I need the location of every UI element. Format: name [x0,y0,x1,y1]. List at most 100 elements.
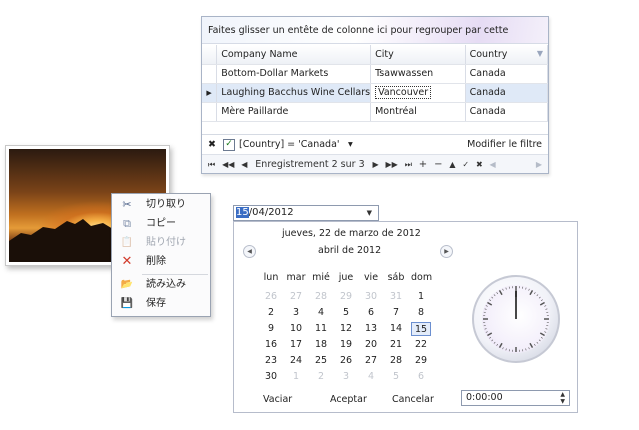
calendar-day[interactable]: 21 [386,338,406,352]
filter-enable-checkbox[interactable]: ✓ [223,139,235,151]
calendar-day-other-month[interactable]: 3 [336,370,356,384]
cancel-edit-icon[interactable]: ✖ [476,155,483,174]
clock-tick [528,347,530,350]
ok-button[interactable]: Aceptar [330,394,367,405]
prev-page-icon[interactable]: ◀◀ [222,155,234,174]
next-month-icon[interactable]: ▶ [440,245,453,258]
calendar-day-other-month[interactable]: 29 [336,290,356,304]
calendar-day-other-month[interactable]: 6 [411,370,431,384]
cell-country[interactable]: Canada [465,83,549,103]
scroll-left-icon[interactable]: ◀ [490,155,496,174]
cancel-button[interactable]: Cancelar [392,394,434,405]
calendar-day[interactable]: 8 [411,306,431,320]
cell-city-focused[interactable]: Vancouver [370,83,466,103]
calendar-day[interactable]: 22 [411,338,431,352]
calendar-day[interactable]: 10 [286,322,306,336]
calendar-day[interactable]: 11 [311,322,331,336]
calendar-day[interactable]: 5 [336,306,356,320]
calendar-day-other-month[interactable]: 26 [261,290,281,304]
menu-item-paste[interactable]: 📋 貼り付け [112,234,210,252]
today-date-label[interactable]: jueves, 22 de marzo de 2012 [282,228,421,239]
calendar-day[interactable]: 4 [311,306,331,320]
next-record-icon[interactable]: ▶ [373,155,379,174]
table-row-selected[interactable]: ▶ Laughing Bacchus Wine Cellars Vancouve… [202,83,549,103]
calendar-day[interactable]: 7 [386,306,406,320]
calendar-day[interactable]: 19 [336,338,356,352]
calendar-day[interactable]: 18 [311,338,331,352]
cell-company-name[interactable]: Bottom-Dollar Markets [216,64,372,84]
clear-button[interactable]: Vaciar [263,394,292,405]
calendar-day[interactable]: 20 [361,338,381,352]
calendar-day-other-month[interactable]: 31 [386,290,406,304]
menu-item-cut[interactable]: ✂ 切り取り [112,196,210,214]
edit-icon[interactable]: ▲ [449,155,455,174]
calendar-day[interactable]: 1 [411,290,431,304]
last-record-icon[interactable]: ⏭ [405,155,412,174]
calendar-day-other-month[interactable]: 5 [386,370,406,384]
date-edit-input[interactable]: 15/04/2012 ▼ [233,205,379,221]
column-header-city[interactable]: City [370,45,466,65]
filter-mru-dropdown-icon[interactable]: ▾ [348,135,353,155]
end-edit-check-icon[interactable]: ✓ [462,155,469,174]
cell-city[interactable]: Tsawwassen [370,64,466,84]
cell-country[interactable]: Canada [465,64,549,84]
calendar-day[interactable]: 29 [411,354,431,368]
calendar-day[interactable]: 25 [311,354,331,368]
filter-icon[interactable]: ▼ [537,49,543,58]
calendar-day[interactable]: 14 [386,322,406,336]
calendar-day[interactable]: 30 [261,370,281,384]
calendar-day[interactable]: 3 [286,306,306,320]
scroll-right-icon[interactable]: ▶ [536,155,542,174]
calendar-day-other-month[interactable]: 27 [286,290,306,304]
calendar-day-other-month[interactable]: 4 [361,370,381,384]
calendar-day-selected[interactable]: 15 [411,322,431,336]
calendar-day[interactable]: 16 [261,338,281,352]
spin-down-icon[interactable]: ▼ [560,398,565,405]
menu-item-load[interactable]: 📂 読み込み [112,276,210,294]
calendar-day[interactable]: 17 [286,338,306,352]
spin-up-icon[interactable]: ▲ [560,391,565,398]
calendar-day[interactable]: 24 [286,354,306,368]
table-row[interactable]: Mère Paillarde Montréal Canada [202,102,549,122]
cell-company-name[interactable]: Mère Paillarde [216,102,372,122]
edit-filter-link[interactable]: Modifier le filtre [467,135,542,155]
month-year-label[interactable]: abril de 2012 [318,245,381,256]
calendar-day[interactable]: 9 [261,322,281,336]
clock-tick [540,299,543,302]
group-panel[interactable]: Faites glisser un entête de colonne ici … [202,17,548,63]
prev-month-icon[interactable]: ◀ [243,245,256,258]
dropdown-arrow-icon[interactable]: ▼ [367,206,372,220]
calendar-day[interactable]: 2 [261,306,281,320]
calendar-day-other-month[interactable]: 1 [286,370,306,384]
cell-city[interactable]: Montréal [370,102,466,122]
calendar-day[interactable]: 13 [361,322,381,336]
calendar-day[interactable]: 23 [261,354,281,368]
clear-filter-icon[interactable]: ✖ [208,135,216,155]
calendar-day[interactable]: 12 [336,322,356,336]
table-row[interactable]: Bottom-Dollar Markets Tsawwassen Canada [202,64,549,84]
next-page-icon[interactable]: ▶▶ [386,155,398,174]
time-edit-input[interactable]: 0:00:00 ▲ ▼ [461,390,570,406]
column-header-company-name[interactable]: Company Name [216,45,372,65]
calendar-day[interactable]: 6 [361,306,381,320]
calendar-day-other-month[interactable]: 30 [361,290,381,304]
prev-record-icon[interactable]: ◀ [241,155,247,174]
cell-company-name[interactable]: Laughing Bacchus Wine Cellars [216,83,372,103]
paste-icon: 📋 [120,237,134,248]
cell-country[interactable]: Canada [465,102,549,122]
append-icon[interactable]: + [419,155,427,174]
filter-expression[interactable]: [Country] = 'Canada' [239,135,340,155]
menu-item-copy[interactable]: ⧉ コピー [112,215,210,233]
calendar-day[interactable]: 28 [386,354,406,368]
calendar-day[interactable]: 27 [361,354,381,368]
first-record-icon[interactable]: ⏮ [208,155,215,174]
calendar-day[interactable]: 26 [336,354,356,368]
time-spin-buttons[interactable]: ▲ ▼ [560,391,565,405]
menu-item-save[interactable]: 💾 保存 [112,295,210,313]
calendar-day-other-month[interactable]: 2 [311,370,331,384]
remove-icon[interactable]: − [434,155,442,174]
calendar-day-other-month[interactable]: 28 [311,290,331,304]
clock-tick [498,290,503,296]
column-header-country[interactable]: Country ▼ [465,45,549,65]
menu-item-delete[interactable]: ✕ 削除 [112,253,210,271]
